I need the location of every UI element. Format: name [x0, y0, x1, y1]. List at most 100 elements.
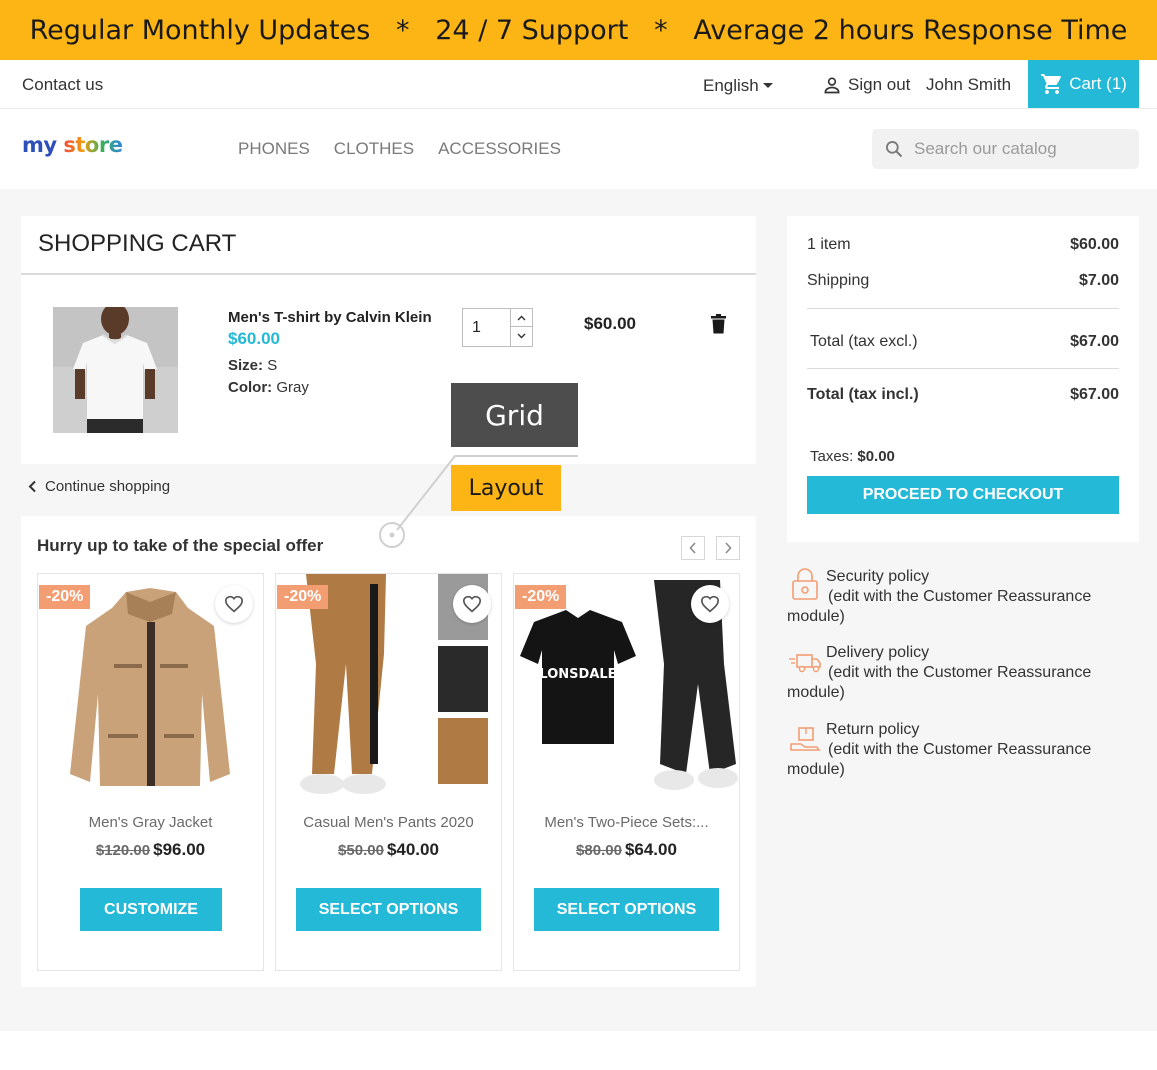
summary-total-incl-row: Total (tax incl.) $67.00	[807, 386, 1119, 404]
quantity-increase-button[interactable]	[511, 309, 532, 327]
heart-icon	[462, 595, 482, 613]
reassurance-description: (edit with the Customer Reassurance	[828, 588, 1092, 605]
cart-item-color: Color: Gray	[228, 379, 309, 396]
divider	[21, 273, 756, 275]
top-nav: Contact us English Sign out John Smith C…	[0, 60, 1157, 109]
svg-text:LONSDALE: LONSDALE	[539, 667, 616, 682]
order-summary: 1 item $60.00 Shipping $7.00 Total (tax ex…	[787, 216, 1139, 542]
contact-us-link[interactable]: Contact us	[22, 75, 103, 95]
cart-button[interactable]: Cart (1)	[1028, 60, 1139, 108]
select-options-button[interactable]: SELECT OPTIONS	[296, 888, 481, 931]
trash-icon	[711, 314, 726, 334]
taxes-value: $0.00	[857, 448, 895, 465]
heart-icon	[224, 595, 244, 613]
chevron-right-icon	[725, 542, 732, 554]
discount-badge: -20%	[277, 585, 329, 609]
quantity-value[interactable]: 1	[472, 319, 481, 337]
reassurance-security: Security policy (edit with the Customer …	[787, 567, 1127, 627]
main-menu: PHONES CLOTHES ACCESSORIES	[238, 139, 561, 159]
cart-icon	[1041, 74, 1062, 94]
cart-label: Cart (1)	[1069, 74, 1127, 93]
shipping-value: $7.00	[1078, 272, 1119, 289]
product-name[interactable]: Men's Gray Jacket	[38, 814, 263, 831]
menu-item-clothes[interactable]: CLOTHES	[334, 139, 414, 159]
size-value: S	[267, 357, 278, 374]
annotation-grid-label: Grid	[451, 383, 578, 447]
continue-shopping-label: Continue shopping	[45, 478, 171, 495]
sign-out-link[interactable]: Sign out	[822, 75, 910, 95]
language-label: English	[703, 76, 759, 95]
discount-badge: -20%	[39, 585, 91, 609]
items-label: 1 item	[807, 236, 851, 253]
product-prices: $50.00 $40.00	[276, 840, 501, 860]
summary-shipping-row: Shipping $7.00	[807, 272, 1119, 290]
customize-button[interactable]: CUSTOMIZE	[80, 888, 222, 931]
old-price: $80.00	[576, 842, 622, 859]
search-icon[interactable]	[884, 139, 904, 159]
discount-badge: -20%	[515, 585, 567, 609]
product-name[interactable]: Casual Men's Pants 2020	[276, 814, 501, 831]
color-label: Color:	[228, 379, 273, 396]
promo-banner: Regular Monthly Updates * 24 / 7 Support…	[0, 0, 1157, 60]
language-selector[interactable]: English	[703, 76, 773, 96]
product-prices: $120.00 $96.00	[38, 840, 263, 860]
carousel-prev-button[interactable]	[681, 536, 705, 560]
store-logo[interactable]: my store	[22, 133, 123, 157]
user-icon	[824, 77, 840, 94]
reassurance-description-tail: module)	[787, 684, 845, 701]
cart-item-size: Size: S	[228, 357, 277, 374]
quantity-decrease-button[interactable]	[511, 327, 532, 345]
product-prices: $80.00 $64.00	[514, 840, 739, 860]
summary-taxes-row: Taxes: $0.00	[807, 448, 1119, 465]
product-name[interactable]: Men's Two-Piece Sets:...	[514, 814, 739, 831]
price: $96.00	[153, 840, 206, 859]
chevron-up-icon	[517, 315, 526, 320]
total-excl-label: Total (tax excl.)	[810, 333, 918, 350]
continue-shopping-link[interactable]: Continue shopping	[28, 478, 170, 495]
remove-item-button[interactable]	[710, 314, 727, 339]
divider	[807, 368, 1119, 369]
account-name-link[interactable]: John Smith	[926, 75, 1011, 95]
product-card[interactable]: -20% Men's Gray Jacket $120.00 $96.00 CUS…	[37, 573, 264, 971]
old-price: $120.00	[95, 842, 151, 859]
wishlist-button[interactable]	[453, 585, 491, 623]
total-incl-value: $67.00	[1070, 386, 1119, 403]
total-incl-label: Total (tax incl.)	[807, 386, 919, 403]
summary-total-excl-row: Total (tax excl.) $67.00	[807, 333, 1119, 351]
reassurance-delivery: Delivery policy (edit with the Customer …	[787, 643, 1127, 703]
site-header: my store PHONES CLOTHES ACCESSORIES	[0, 109, 1157, 189]
reassurance-title: Security policy	[826, 568, 930, 585]
select-options-button[interactable]: SELECT OPTIONS	[534, 888, 719, 931]
cart-item-image[interactable]	[53, 307, 178, 433]
carousel-next-button[interactable]	[716, 536, 740, 560]
product-card[interactable]: LONSDALE -20% Men's Two-Piece Sets:... $…	[513, 573, 740, 971]
return-box-icon	[790, 727, 821, 751]
chevron-left-icon	[28, 480, 36, 493]
search-input[interactable]	[914, 139, 1114, 159]
special-offer-panel: Hurry up to take of the special offer -2…	[21, 516, 756, 987]
quantity-stepper[interactable]: 1	[462, 308, 533, 347]
heart-icon	[700, 595, 720, 613]
reassurance-return: Return policy (edit with the Customer Re…	[787, 720, 1127, 780]
search-box	[872, 129, 1139, 169]
reassurance-title: Return policy	[826, 721, 920, 738]
wishlist-button[interactable]	[215, 585, 253, 623]
logo-word-store: store	[63, 133, 123, 157]
summary-items-row: 1 item $60.00	[807, 236, 1119, 254]
delivery-truck-icon	[789, 654, 821, 673]
page-title: SHOPPING CART	[38, 230, 237, 257]
product-card[interactable]: -20% Casual Men's Pants 2020 $50.00 $40.0…	[275, 573, 502, 971]
proceed-to-checkout-button[interactable]: PROCEED TO CHECKOUT	[807, 476, 1119, 514]
price: $64.00	[624, 840, 677, 859]
reassurance-title: Delivery policy	[826, 644, 930, 661]
divider	[807, 308, 1119, 309]
chevron-down-icon	[762, 83, 773, 88]
cart-item-price: $60.00	[228, 329, 280, 348]
old-price: $50.00	[338, 842, 384, 859]
items-value: $60.00	[1070, 236, 1119, 253]
menu-item-phones[interactable]: PHONES	[238, 139, 310, 159]
wishlist-button[interactable]	[691, 585, 729, 623]
shipping-label: Shipping	[807, 272, 870, 289]
menu-item-accessories[interactable]: ACCESSORIES	[438, 139, 561, 159]
cart-item-name[interactable]: Men's T-shirt by Calvin Klein	[228, 309, 432, 326]
